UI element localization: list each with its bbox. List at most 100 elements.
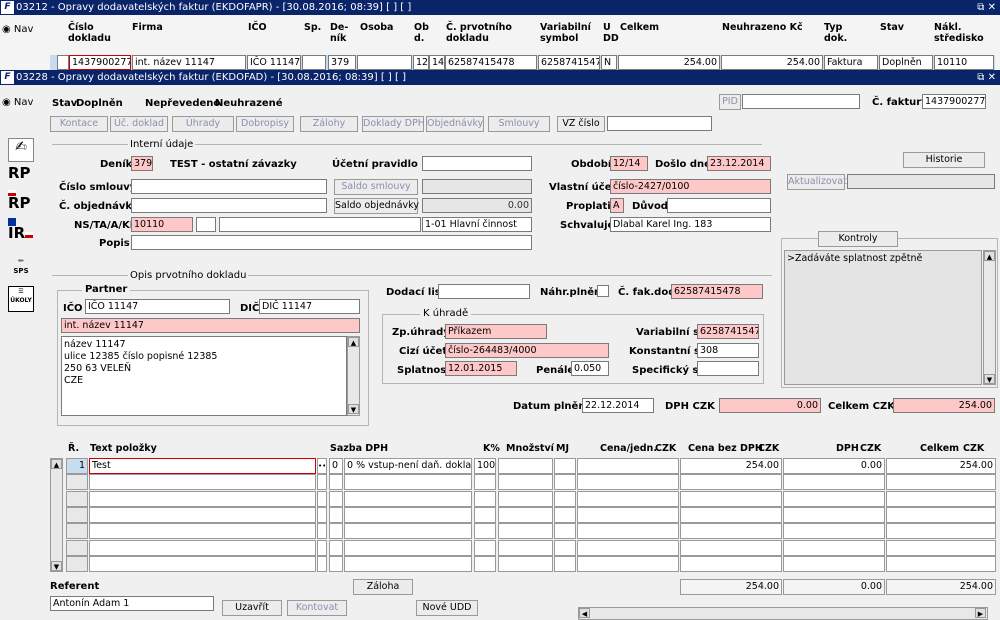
c-objednavky-field[interactable] xyxy=(131,198,327,213)
schvaluje-field[interactable]: Dlabal Karel Ing. 183 xyxy=(610,217,771,232)
cell-prvotni[interactable]: 62587415478 xyxy=(445,55,537,70)
grid-cell-empty[interactable] xyxy=(474,506,496,523)
ta-field[interactable] xyxy=(196,217,216,232)
proplatit-field[interactable]: A xyxy=(610,198,624,213)
grid-cell-empty[interactable] xyxy=(554,506,576,523)
grid-cell[interactable] xyxy=(554,458,576,474)
aktualizovat-button[interactable]: Aktualizovat xyxy=(787,174,847,190)
nav-radio-main[interactable]: ◉ Nav xyxy=(2,96,33,109)
grid-cell-empty[interactable] xyxy=(344,490,472,507)
grid-cell-empty[interactable] xyxy=(498,506,553,523)
grid-cell-empty[interactable] xyxy=(783,539,885,556)
window-controls-icon[interactable]: ⧉ ✕ xyxy=(977,70,996,85)
grid-header-dph[interactable]: DPH xyxy=(836,443,859,454)
grid-cell-empty[interactable] xyxy=(317,506,327,523)
grid-header-r[interactable]: Ř. xyxy=(68,443,79,454)
grid-cell-empty[interactable] xyxy=(89,539,316,556)
scroll-left-icon[interactable]: ◀ xyxy=(579,608,590,618)
grid-cell-empty[interactable] xyxy=(66,506,88,523)
grid-cell-empty[interactable] xyxy=(886,539,996,556)
grid-cell-empty[interactable] xyxy=(329,523,343,540)
dph-total-field[interactable]: 0.00 xyxy=(719,398,821,413)
grid-cell-empty[interactable] xyxy=(498,539,553,556)
grid-cell-empty[interactable] xyxy=(886,523,996,540)
grid-cell-empty[interactable] xyxy=(783,474,885,491)
grid-cell-empty[interactable] xyxy=(554,523,576,540)
grid-cell-empty[interactable] xyxy=(498,490,553,507)
cell-osoba[interactable] xyxy=(357,55,412,70)
col-prvotni[interactable]: Č. prvotního dokladu xyxy=(446,22,526,44)
grid-cell-empty[interactable] xyxy=(680,523,782,540)
grid-cell-empty[interactable] xyxy=(344,555,472,572)
grid-cell-empty[interactable] xyxy=(89,474,316,491)
grid-cell-empty[interactable] xyxy=(886,474,996,491)
referent-field[interactable]: Antonín Adam 1 xyxy=(50,596,214,611)
grid-header-cena-jedn[interactable]: Cena/jedn. xyxy=(600,443,657,454)
grid-cell-empty[interactable] xyxy=(680,555,782,572)
grid-cell-empty[interactable] xyxy=(577,539,679,556)
grid-cell-empty[interactable] xyxy=(554,490,576,507)
grid-cell-empty[interactable] xyxy=(886,555,996,572)
scroll-up-icon[interactable]: ▲ xyxy=(984,251,995,261)
grid-cell[interactable]: 0.00 xyxy=(783,458,885,474)
nazev-field[interactable]: int. název 11147 xyxy=(61,318,360,333)
grid-cell-empty[interactable] xyxy=(577,490,679,507)
grid-cell-empty[interactable] xyxy=(554,474,576,491)
grid-cell-empty[interactable] xyxy=(498,523,553,540)
c-fak-dod-field[interactable]: 62587415478 xyxy=(671,284,763,299)
col-typ[interactable]: Typ dok. xyxy=(824,22,854,44)
grid-cell-empty[interactable] xyxy=(317,539,327,556)
grid-cell[interactable]: 254.00 xyxy=(680,458,782,474)
cell-obd1[interactable]: 12 xyxy=(413,55,429,70)
grid-cell-empty[interactable] xyxy=(680,490,782,507)
col-ico[interactable]: IČO xyxy=(248,22,267,33)
grid-cell-empty[interactable] xyxy=(577,555,679,572)
grid-cell-empty[interactable] xyxy=(66,555,88,572)
ukoly-icon[interactable]: ☰ ÚKOLY xyxy=(8,286,34,312)
grid-header-cena-bez[interactable]: Cena bez DPH xyxy=(688,443,763,454)
window-controls-icon[interactable]: ⧉ ✕ xyxy=(977,0,996,15)
cizi-ucet-field[interactable]: číslo-264483/4000 xyxy=(445,343,609,358)
dodaci-list-field[interactable] xyxy=(438,284,530,299)
saldo-smlouvy-button[interactable]: Saldo smlouvy xyxy=(334,179,418,195)
cell-stav[interactable]: Doplněn xyxy=(879,55,933,70)
grid-cell-empty[interactable] xyxy=(474,474,496,491)
uzavrit-button[interactable]: Uzavřít xyxy=(222,600,282,616)
col-celkem[interactable]: Celkem xyxy=(620,22,659,33)
grid-header-mj[interactable]: MJ xyxy=(556,443,569,454)
grid-cell-empty[interactable] xyxy=(577,523,679,540)
doslo-field[interactable]: 23.12.2014 xyxy=(707,156,771,171)
tab-smlouvy[interactable]: Smlouvy xyxy=(488,116,550,132)
scroll-right-icon[interactable]: ▶ xyxy=(975,608,986,618)
scroll-down-icon[interactable]: ▼ xyxy=(51,561,62,571)
grid-cell[interactable] xyxy=(577,458,679,474)
grid-cell-empty[interactable] xyxy=(329,506,343,523)
grid-cell-empty[interactable] xyxy=(783,555,885,572)
cell-vs[interactable]: 6258741547 xyxy=(538,55,600,70)
scroll-up-icon[interactable]: ▲ xyxy=(348,337,359,347)
cell-ico[interactable]: IČO 11147 xyxy=(247,55,301,70)
nav-radio[interactable]: ◉ Nav xyxy=(2,23,33,36)
grid-cell-empty[interactable] xyxy=(317,474,327,491)
kontroly-scrollbar[interactable] xyxy=(983,250,996,385)
zp-uhrady-field[interactable]: Příkazem xyxy=(445,324,547,339)
cell-firma[interactable]: int. název 11147 xyxy=(132,55,246,70)
col-neuhrazeno[interactable]: Neuhrazeno Kč xyxy=(722,22,803,33)
grid-cell-empty[interactable] xyxy=(329,555,343,572)
grid-cell-empty[interactable] xyxy=(66,539,88,556)
splatnost-field[interactable]: 12.01.2015 xyxy=(445,361,517,376)
historie-button[interactable]: Historie xyxy=(903,152,985,168)
zaloha-button[interactable]: Záloha xyxy=(353,579,413,595)
grid-cell-empty[interactable] xyxy=(329,474,343,491)
cinnost-field[interactable]: 1-01 Hlavní činnost xyxy=(422,217,532,232)
grid-header-text[interactable]: Text položky xyxy=(90,443,157,454)
ks-field[interactable]: 308 xyxy=(697,343,759,358)
grid-cell[interactable]: Test xyxy=(89,458,316,474)
horizontal-scrollbar[interactable] xyxy=(578,607,988,620)
grid-header-celkem[interactable]: Celkem xyxy=(920,443,959,454)
grid-scrollbar[interactable] xyxy=(50,458,63,572)
denik-field[interactable]: 379 xyxy=(131,156,153,171)
grid-cell-empty[interactable] xyxy=(474,523,496,540)
grid-cell-empty[interactable] xyxy=(329,539,343,556)
cell-sp[interactable] xyxy=(302,55,326,70)
